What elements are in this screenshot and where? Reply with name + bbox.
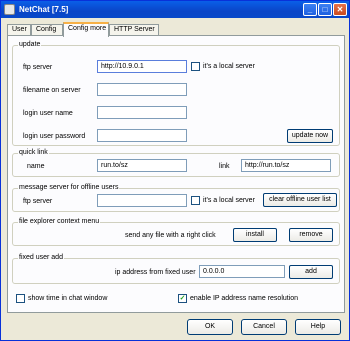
quick-link-group: quick link name run.to/sz link http://ru…	[12, 149, 340, 177]
offline-local-server-label: it's a local server	[203, 197, 255, 204]
update-group: update ftp server http://10.9.0.1 it's a…	[12, 41, 340, 146]
update-ftp-server-label: ftp server	[23, 64, 53, 71]
update-now-button[interactable]: update now	[287, 129, 333, 143]
context-menu-group: file explorer context menu send any file…	[12, 218, 340, 246]
add-button[interactable]: add	[289, 265, 333, 279]
remove-button[interactable]: remove	[289, 228, 333, 242]
offline-ftp-server-input[interactable]	[97, 194, 187, 207]
cancel-button[interactable]: Cancel	[241, 319, 287, 335]
netchat-window: NetChat [7.5] _ □ ✕ User Config Config m…	[0, 0, 350, 341]
config-more-panel: update ftp server http://10.9.0.1 it's a…	[7, 35, 345, 313]
close-button[interactable]: ✕	[333, 3, 347, 16]
update-local-server-checkbox[interactable]	[191, 62, 200, 71]
fixed-user-group: fixed user add ip address from fixed use…	[12, 254, 340, 284]
login-user-label: login user name	[23, 110, 73, 117]
offline-server-group-label: message server for offline users	[18, 184, 120, 191]
show-time-checkbox[interactable]	[16, 294, 25, 303]
help-button[interactable]: Help	[295, 319, 341, 335]
update-group-label: update	[18, 41, 42, 48]
maximize-button[interactable]: □	[318, 3, 332, 16]
minimize-button[interactable]: _	[303, 3, 317, 16]
quick-link-name-label: name	[27, 163, 45, 170]
fixed-user-ip-label: ip address from fixed user	[115, 269, 196, 276]
offline-ftp-server-label: ftp server	[23, 198, 53, 205]
context-menu-group-label: file explorer context menu	[18, 218, 101, 225]
install-button[interactable]: install	[233, 228, 277, 242]
ok-button[interactable]: OK	[187, 319, 233, 335]
ip-resolution-label: enable IP address name resolution	[190, 295, 299, 302]
quick-link-name-input[interactable]: run.to/sz	[97, 159, 187, 172]
update-ftp-server-input[interactable]: http://10.9.0.1	[97, 60, 187, 73]
app-icon	[4, 4, 15, 15]
login-user-input[interactable]	[97, 106, 187, 119]
context-menu-description: send any file with a right click	[125, 232, 216, 239]
tab-config-more[interactable]: Config more	[63, 22, 109, 37]
quick-link-link-label: link	[219, 163, 230, 170]
title-bar[interactable]: NetChat [7.5] _ □ ✕	[1, 1, 349, 18]
offline-server-group: message server for offline users ftp ser…	[12, 184, 340, 212]
fixed-user-ip-input[interactable]: 0.0.0.0	[199, 265, 285, 278]
update-local-server-label: it's a local server	[203, 63, 255, 70]
filename-input[interactable]	[97, 83, 187, 96]
offline-local-server-checkbox[interactable]	[191, 196, 200, 205]
quick-link-group-label: quick link	[18, 149, 49, 156]
quick-link-link-input[interactable]: http://run.to/sz	[241, 159, 331, 172]
window-title: NetChat [7.5]	[19, 5, 69, 14]
clear-offline-user-list-button[interactable]: clear offline user list	[263, 193, 337, 207]
login-password-label: login user password	[23, 133, 86, 140]
filename-label: filename on server	[23, 87, 81, 94]
fixed-user-group-label: fixed user add	[18, 254, 64, 261]
login-password-input[interactable]	[97, 129, 187, 142]
ip-resolution-checkbox[interactable]: ✓	[178, 294, 187, 303]
show-time-label: show time in chat window	[28, 295, 108, 302]
